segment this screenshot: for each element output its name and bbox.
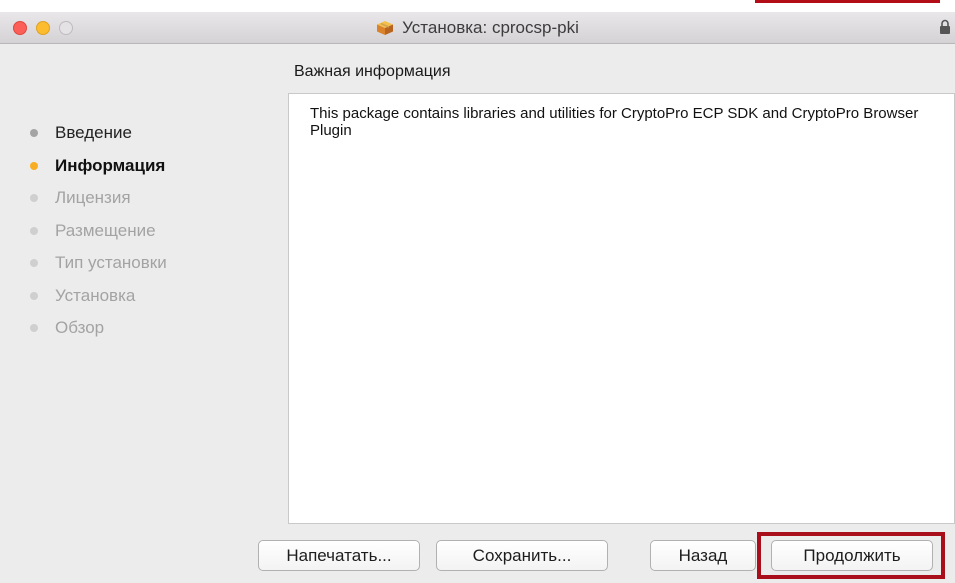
step-indicator	[30, 129, 38, 138]
step-label: Информация	[55, 155, 166, 175]
info-text: This package contains libraries and util…	[310, 105, 919, 139]
window-title: Установка: cprocsp-pki	[0, 12, 955, 43]
title-bar: Установка: cprocsp-pki	[0, 12, 955, 44]
save-button[interactable]: Сохранить...	[436, 540, 608, 571]
step-installation-type: Тип установки	[30, 247, 167, 280]
step-installation: Установка	[30, 280, 167, 313]
step-label: Размещение	[55, 220, 156, 240]
highlight-marker	[755, 0, 940, 3]
step-indicator	[30, 226, 38, 235]
step-label: Тип установки	[55, 253, 167, 273]
step-destination: Размещение	[30, 215, 167, 248]
print-button[interactable]: Напечатать...	[258, 540, 420, 571]
step-indicator	[30, 161, 38, 170]
info-text-area[interactable]: This package contains libraries and util…	[288, 93, 955, 524]
top-strip	[0, 0, 955, 12]
step-information: Информация	[30, 150, 167, 183]
step-introduction: Введение	[30, 117, 167, 150]
step-license: Лицензия	[30, 182, 167, 215]
lock-icon	[939, 18, 951, 36]
step-indicator	[30, 324, 38, 333]
step-summary: Обзор	[30, 312, 167, 345]
steps-list: Введение Информация Лицензия Размещение …	[30, 117, 167, 345]
step-label: Лицензия	[55, 188, 131, 208]
section-heading: Важная информация	[294, 63, 451, 80]
step-indicator	[30, 194, 38, 203]
step-indicator	[30, 259, 38, 268]
package-icon	[376, 20, 394, 36]
back-button[interactable]: Назад	[650, 540, 756, 571]
window-title-text: Установка: cprocsp-pki	[402, 17, 579, 37]
step-label: Введение	[55, 123, 132, 143]
highlight-frame	[757, 532, 945, 579]
step-label: Обзор	[55, 318, 105, 338]
step-indicator	[30, 291, 38, 300]
step-label: Установка	[55, 285, 136, 305]
